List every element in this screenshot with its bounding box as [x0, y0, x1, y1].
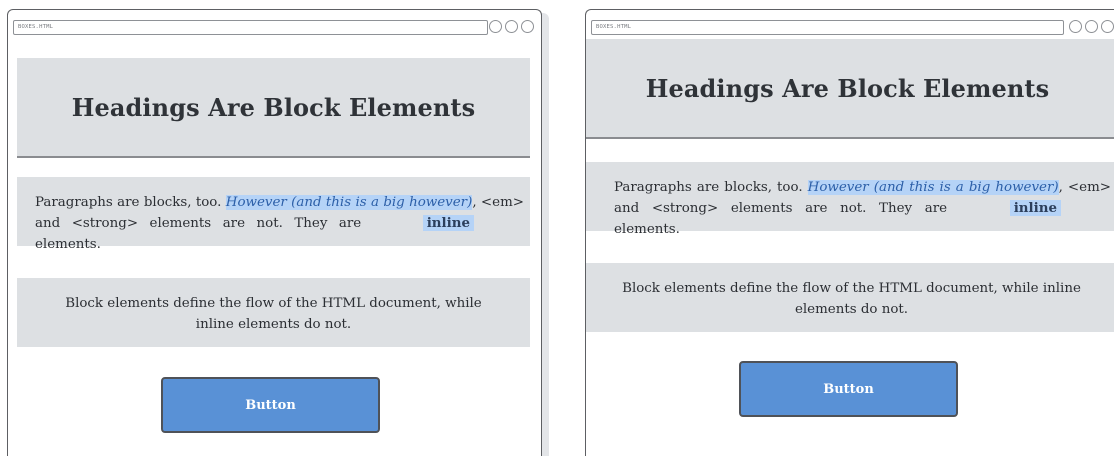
window-controls	[489, 20, 534, 33]
paragraph-text: Paragraphs are blocks, too. However (and…	[35, 192, 524, 255]
paragraph-prefix: Paragraphs are blocks, too.	[35, 195, 226, 210]
strong-highlight: inline	[1009, 200, 1061, 216]
paragraph-block-2: Block elements define the flow of the HT…	[586, 263, 1114, 332]
browser-chrome: BOXES.HTML	[8, 10, 541, 38]
window-control-circle-icon[interactable]	[521, 20, 534, 33]
paragraph-text: Paragraphs are blocks, too. However (and…	[614, 177, 1111, 240]
demo-button[interactable]: Button	[739, 361, 958, 417]
window-control-circle-icon[interactable]	[1085, 20, 1098, 33]
page-heading: Headings Are Block Elements	[645, 73, 1050, 103]
paragraph-prefix: Paragraphs are blocks, too.	[614, 180, 808, 195]
address-bar[interactable]: BOXES.HTML	[591, 20, 1064, 35]
paragraph-text-2: Block elements define the flow of the HT…	[622, 281, 1081, 317]
paragraph-block: Paragraphs are blocks, too. However (and…	[586, 162, 1114, 237]
heading-block: Headings Are Block Elements	[17, 58, 530, 158]
window-control-circle-icon[interactable]	[1101, 20, 1114, 33]
paragraph-suffix: elements.	[35, 237, 101, 252]
page-heading: Headings Are Block Elements	[71, 92, 476, 122]
paragraph-block: Paragraphs are blocks, too. However (and…	[17, 177, 530, 252]
heading-block: Headings Are Block Elements	[586, 39, 1114, 139]
window-control-circle-icon[interactable]	[489, 20, 502, 33]
address-bar[interactable]: BOXES.HTML	[13, 20, 488, 35]
browser-window-right: BOXES.HTML Headings Are Block Elements P…	[585, 9, 1114, 456]
em-highlight: However (and this is a big however)	[807, 180, 1059, 195]
paragraph-text-2: Block elements define the flow of the HT…	[65, 296, 482, 332]
strong-highlight: inline	[422, 215, 474, 231]
em-highlight: However (and this is a big however)	[225, 195, 473, 210]
demo-button[interactable]: Button	[161, 377, 380, 433]
window-control-circle-icon[interactable]	[505, 20, 518, 33]
window-controls	[1069, 20, 1114, 33]
window-control-circle-icon[interactable]	[1069, 20, 1082, 33]
browser-window-left: BOXES.HTML Headings Are Block Elements P…	[7, 9, 542, 456]
paragraph-block-2: Block elements define the flow of the HT…	[17, 278, 530, 347]
paragraph-suffix: elements.	[614, 222, 680, 237]
browser-chrome: BOXES.HTML	[586, 10, 1114, 38]
